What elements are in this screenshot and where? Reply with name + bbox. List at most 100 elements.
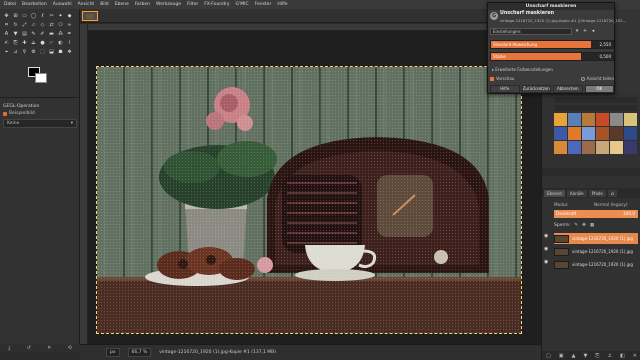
gegl-icon[interactable]: ⚙ bbox=[30, 49, 37, 55]
rotate-icon[interactable]: ↻ bbox=[12, 22, 19, 28]
pencil-icon[interactable]: ✎ bbox=[30, 31, 37, 37]
rect-select-icon[interactable]: ▭ bbox=[21, 13, 28, 19]
horizontal-ruler[interactable] bbox=[88, 24, 487, 31]
pattern-swatch[interactable] bbox=[624, 127, 637, 140]
pattern-swatch[interactable] bbox=[610, 141, 623, 154]
advanced-color-expander[interactable]: ▸ Erweiterte Farbeinstellungen bbox=[492, 67, 553, 72]
pattern-swatch[interactable] bbox=[554, 113, 567, 126]
unit-select[interactable]: px bbox=[106, 348, 120, 357]
lock-alpha-icon[interactable]: ▦ bbox=[590, 223, 594, 228]
zoom-icon[interactable]: ⚲ bbox=[21, 49, 28, 55]
visibility-eye-icon[interactable]: ◉ bbox=[544, 259, 550, 265]
tab-undo[interactable]: ⎌ bbox=[607, 189, 618, 197]
handle-transform-icon[interactable]: ⬚ bbox=[39, 49, 46, 55]
raise-layer-icon[interactable]: ▲ bbox=[572, 353, 576, 359]
menu-edit[interactable]: Bearbeiten bbox=[22, 2, 47, 7]
blur-icon[interactable]: ● bbox=[39, 40, 46, 46]
pattern-swatch[interactable] bbox=[610, 127, 623, 140]
split-view-toggle[interactable]: Ansicht teilen bbox=[580, 76, 614, 81]
align-icon[interactable]: ⊞ bbox=[12, 13, 19, 19]
sample-checkbox-row[interactable]: Beispielbild bbox=[0, 111, 80, 116]
zoom-select[interactable]: 66,7 % bbox=[127, 348, 152, 357]
background-color[interactable] bbox=[35, 73, 47, 83]
anchor-icon[interactable]: ⚓ bbox=[607, 353, 611, 359]
delete-icon[interactable]: ✕ bbox=[47, 345, 51, 351]
unified-transform-icon[interactable]: ⬓ bbox=[48, 49, 55, 55]
mode-value[interactable]: Normal (legacy) bbox=[594, 202, 628, 207]
restore-icon[interactable]: ↺ bbox=[27, 345, 31, 351]
gradient-icon[interactable]: ▤ bbox=[21, 31, 28, 37]
cage-icon[interactable]: ⬠ bbox=[57, 22, 64, 28]
chevron-down-icon[interactable]: ▾ bbox=[574, 28, 580, 34]
presets-select[interactable]: Einstellungen: bbox=[490, 27, 572, 35]
menu-select[interactable]: Auswahl bbox=[53, 2, 72, 7]
seamless-clone-icon[interactable]: ❖ bbox=[66, 49, 73, 55]
pattern-swatch[interactable] bbox=[596, 141, 609, 154]
crop-icon[interactable]: ⌗ bbox=[3, 22, 10, 28]
menu-view[interactable]: Ansicht bbox=[78, 2, 95, 7]
layer-row[interactable]: vintage-1216720_1920 (1).jpg bbox=[554, 259, 638, 270]
flip-icon[interactable]: ⇄ bbox=[48, 22, 55, 28]
operation-select[interactable]: Keine ▾ bbox=[3, 119, 77, 128]
canvas-area[interactable] bbox=[88, 31, 541, 344]
patterns-grid[interactable] bbox=[554, 113, 638, 165]
dialog-title-bar[interactable]: Unscharf maskieren bbox=[488, 3, 614, 10]
pattern-swatch[interactable] bbox=[554, 127, 567, 140]
smudge-icon[interactable]: ☞ bbox=[48, 40, 55, 46]
color-select-icon[interactable]: ◆ bbox=[66, 13, 73, 19]
visibility-eye-icon[interactable]: ◉ bbox=[544, 246, 550, 252]
text-icon[interactable]: A bbox=[3, 31, 10, 37]
pattern-swatch[interactable] bbox=[568, 141, 581, 154]
split-view-radio[interactable] bbox=[580, 76, 585, 81]
menu-file[interactable]: Datei bbox=[4, 2, 16, 7]
mask-icon[interactable]: ◧ bbox=[620, 353, 625, 359]
dodge-burn-icon[interactable]: ◐ bbox=[57, 40, 64, 46]
menu-filters[interactable]: Filter bbox=[187, 2, 198, 7]
lock-position-icon[interactable]: ✥ bbox=[582, 223, 586, 228]
pattern-swatch[interactable] bbox=[610, 113, 623, 126]
cancel-button[interactable]: Abbrechen bbox=[553, 85, 583, 93]
menu-colors[interactable]: Farben bbox=[135, 2, 150, 7]
perspective-icon[interactable]: ◇ bbox=[39, 22, 46, 28]
paths-icon[interactable]: ⌇ bbox=[66, 40, 73, 46]
pattern-swatch[interactable] bbox=[582, 127, 595, 140]
lock-pixels-icon[interactable]: ✎ bbox=[574, 223, 578, 228]
std-deviation-slider[interactable]: Standard-Abweichung 2,550 bbox=[490, 40, 614, 49]
amount-slider[interactable]: Stärke 0,500 bbox=[490, 52, 614, 61]
shear-icon[interactable]: ▱ bbox=[30, 22, 37, 28]
scale-icon[interactable]: ⤢ bbox=[21, 22, 28, 28]
pattern-swatch[interactable] bbox=[582, 141, 595, 154]
pattern-swatch[interactable] bbox=[596, 113, 609, 126]
ellipse-select-icon[interactable]: ◯ bbox=[30, 13, 37, 19]
warp-icon[interactable]: ≈ bbox=[66, 22, 73, 28]
pattern-swatch[interactable] bbox=[582, 113, 595, 126]
ok-button[interactable]: OK bbox=[584, 85, 614, 93]
new-layer-icon[interactable]: ▢ bbox=[546, 353, 551, 359]
image-tab-thumbnail[interactable] bbox=[82, 11, 98, 21]
preset-menu-icon[interactable]: ◂ bbox=[590, 28, 596, 34]
pattern-swatch[interactable] bbox=[624, 141, 637, 154]
opacity-slider[interactable]: Deckkraft 100,0 bbox=[554, 210, 638, 218]
fg-bg-colors[interactable] bbox=[28, 67, 48, 83]
bucket-fill-icon[interactable]: ▼ bbox=[12, 31, 19, 37]
menu-windows[interactable]: Fenster bbox=[255, 2, 272, 7]
image-canvas[interactable] bbox=[96, 66, 522, 334]
pattern-swatch[interactable] bbox=[624, 113, 637, 126]
pattern-swatch[interactable] bbox=[568, 127, 581, 140]
vertical-ruler[interactable] bbox=[80, 24, 88, 344]
help-button[interactable]: Hilfe bbox=[490, 85, 520, 93]
airbrush-icon[interactable]: ⁂ bbox=[57, 31, 64, 37]
lower-layer-icon[interactable]: ▼ bbox=[583, 353, 587, 359]
menu-fx-foundry[interactable]: FX-Foundry bbox=[204, 2, 229, 7]
visibility-eye-icon[interactable]: ◉ bbox=[544, 233, 550, 239]
menu-help[interactable]: Hilfe bbox=[277, 2, 287, 7]
save-options-icon[interactable]: ⤓ bbox=[8, 345, 10, 351]
tab-paths[interactable]: Pfade bbox=[588, 189, 606, 197]
layer-row[interactable]: vintage-1216720_1920 (1).jpg bbox=[554, 246, 638, 257]
pattern-swatch[interactable] bbox=[596, 127, 609, 140]
clone-icon[interactable]: ⎘ bbox=[12, 40, 19, 46]
menu-layer[interactable]: Ebene bbox=[115, 2, 129, 7]
reset-button[interactable]: Zurücksetzen bbox=[521, 85, 551, 93]
measure-icon[interactable]: ⊿ bbox=[12, 49, 19, 55]
layer-row[interactable]: vintage-1216720_1920 (1).jpg bbox=[554, 233, 638, 244]
